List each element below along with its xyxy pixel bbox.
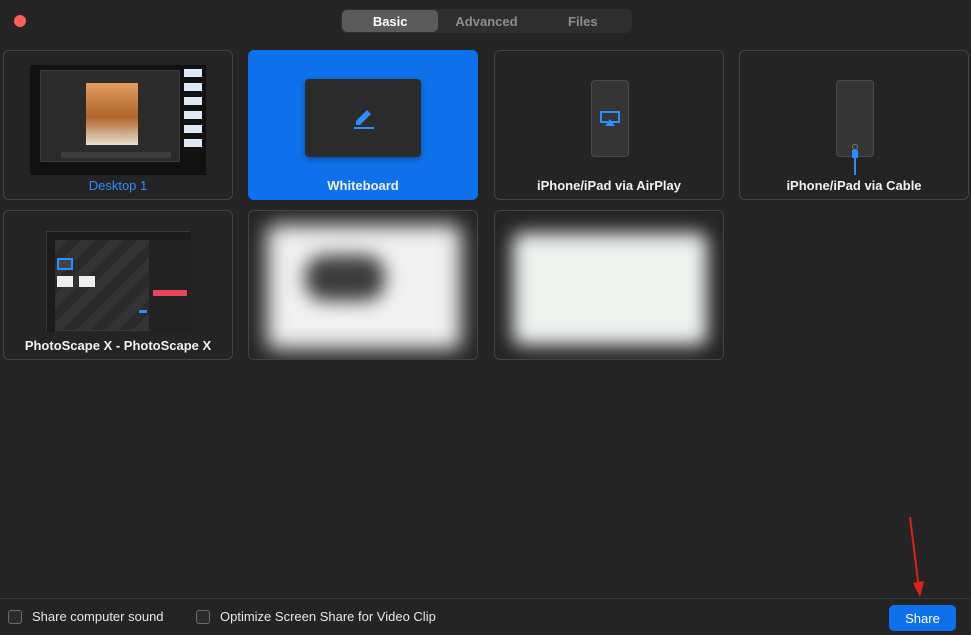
pen-icon [354,110,374,129]
blurred-thumbnail-content [305,255,385,301]
whiteboard-card [305,79,421,157]
annotation-arrow-icon [909,516,924,597]
tab-bar: Basic Advanced Files [341,9,632,33]
airplay-icon [600,111,620,126]
tile-label-cable: iPhone/iPad via Cable [786,178,922,193]
close-window-button[interactable] [14,15,26,27]
tile-label-photoscape: PhotoScape X - PhotoScape X [24,338,212,353]
share-button[interactable]: Share [889,605,956,631]
tab-files[interactable]: Files [535,10,631,32]
blurred-thumbnail [513,233,707,345]
tab-basic[interactable]: Basic [342,10,439,32]
share-tile-photoscape[interactable]: PhotoScape X - PhotoScape X [3,210,233,360]
cable-icon [852,150,858,175]
tile-label-whiteboard: Whiteboard [327,178,399,193]
share-sound-checkbox[interactable] [8,610,22,624]
desktop-thumbnail-icons [184,69,202,165]
photoscape-thumbnail [46,231,191,332]
share-tile-cable[interactable]: iPhone/iPad via Cable [739,50,969,200]
tab-advanced[interactable]: Advanced [438,10,534,32]
share-tile-window-blurred-2[interactable] [494,210,724,360]
tile-label-desktop: Desktop 1 [88,178,148,193]
tile-label-airplay: iPhone/iPad via AirPlay [536,178,681,193]
footer-bar: Share computer sound Optimize Screen Sha… [0,598,971,635]
desktop-thumbnail [30,65,206,175]
optimize-video-label[interactable]: Optimize Screen Share for Video Clip [220,609,436,624]
optimize-video-checkbox[interactable] [196,610,210,624]
share-tile-airplay[interactable]: iPhone/iPad via AirPlay [494,50,724,200]
share-sound-label[interactable]: Share computer sound [32,609,164,624]
share-tile-desktop[interactable]: Desktop 1 [3,50,233,200]
desktop-thumbnail-window [40,70,180,162]
phone-graphic [836,80,874,157]
phone-graphic [591,80,629,157]
share-tile-whiteboard[interactable]: Whiteboard [248,50,478,200]
share-tile-window-blurred-1[interactable] [248,210,478,360]
desktop-thumbnail-toolbar [61,152,171,158]
desktop-thumbnail-photo [86,83,138,145]
